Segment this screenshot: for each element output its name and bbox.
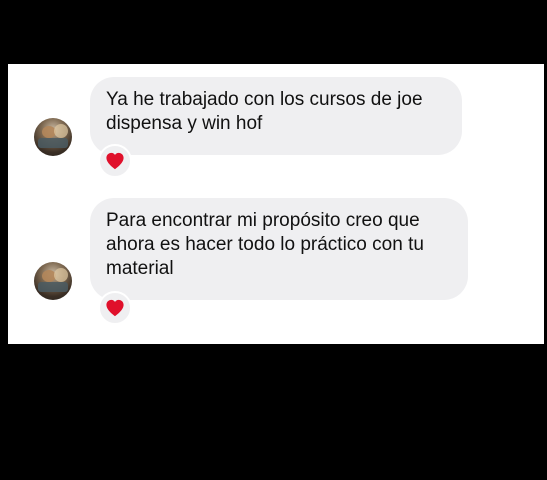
message-row: Para encontrar mi propósito creo que aho… — [8, 194, 544, 344]
chat-thread: Ya he trabajado con los cursos de joe di… — [8, 64, 544, 344]
heart-icon — [105, 299, 125, 317]
message-text-line: material — [106, 258, 174, 279]
message-text-line: ahora es hacer todo lo práctico con tu — [106, 234, 424, 255]
message-row: Ya he trabajado con los cursos de joe di… — [8, 64, 544, 194]
reaction-badge[interactable] — [98, 291, 132, 325]
reaction-badge[interactable] — [98, 144, 132, 178]
message-bubble[interactable]: Para encontrar mi propósito creo que aho… — [90, 198, 468, 300]
avatar[interactable] — [34, 262, 72, 300]
message-text-line: Para encontrar mi propósito creo que — [106, 210, 420, 231]
avatar[interactable] — [34, 118, 72, 156]
message-text-line: dispensa y win hof — [106, 113, 263, 134]
heart-icon — [105, 152, 125, 170]
message-bubble[interactable]: Ya he trabajado con los cursos de joe di… — [90, 77, 462, 155]
message-text-line: Ya he trabajado con los cursos de joe — [106, 89, 423, 110]
